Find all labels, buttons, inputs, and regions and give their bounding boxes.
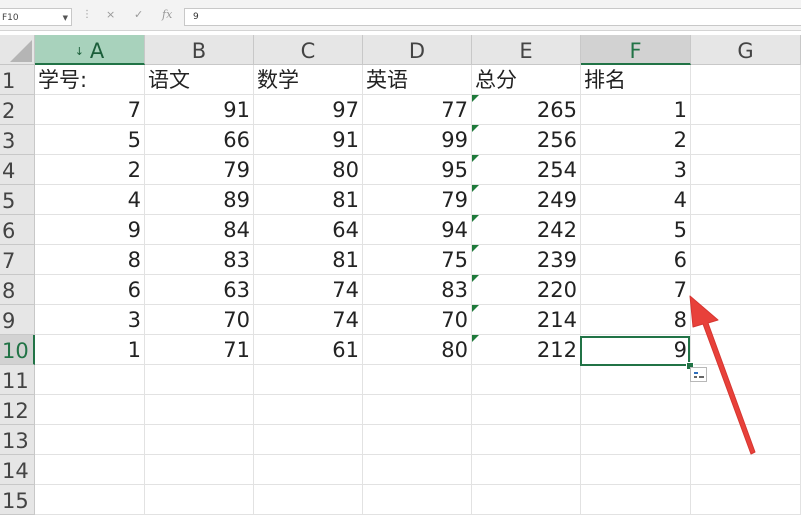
red-arrow xyxy=(689,295,756,455)
